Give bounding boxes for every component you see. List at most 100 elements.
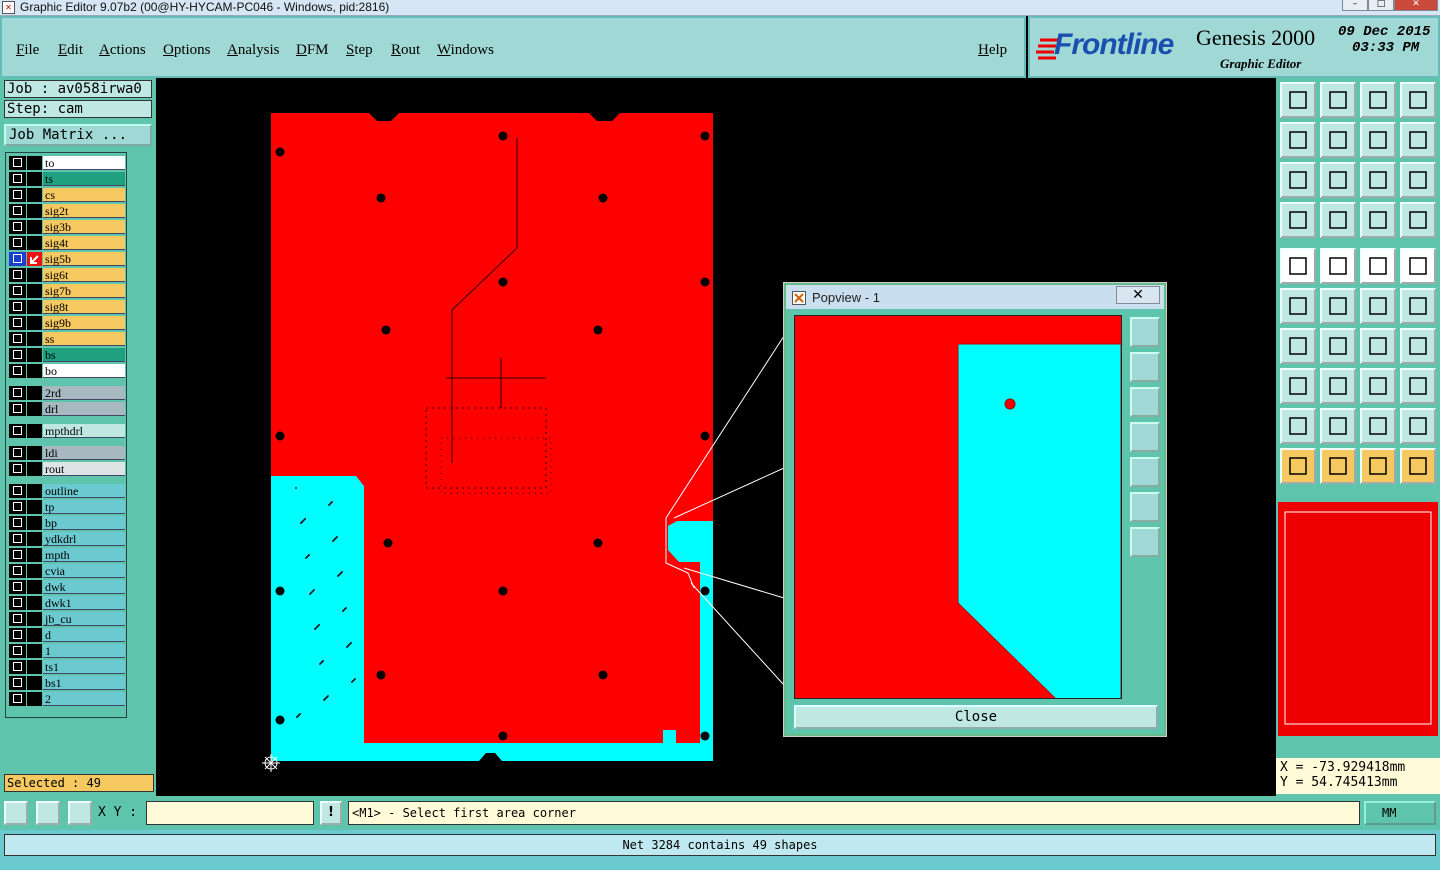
- layer-marker[interactable]: [27, 548, 42, 562]
- layer-name[interactable]: outline: [43, 484, 125, 498]
- layer-marker[interactable]: [27, 156, 42, 170]
- layer-row[interactable]: mpthdrl: [8, 423, 126, 439]
- layer-marker[interactable]: [27, 564, 42, 578]
- layer-name[interactable]: dwk: [43, 580, 125, 594]
- layer-row[interactable]: mpth: [8, 547, 126, 563]
- layer-checkbox[interactable]: [9, 500, 26, 514]
- layer-name[interactable]: sig2t: [43, 204, 125, 218]
- layer-marker[interactable]: [27, 220, 42, 234]
- menu-dfm[interactable]: DFM: [296, 42, 329, 59]
- menu-analysis[interactable]: Analysis: [227, 42, 280, 59]
- select-box-icon[interactable]: [1320, 448, 1356, 484]
- layer-checkbox[interactable]: [9, 268, 26, 282]
- layer-marker[interactable]: [27, 424, 42, 438]
- minimize-button[interactable]: –: [1342, 0, 1368, 11]
- redraw-icon[interactable]: [1400, 122, 1436, 158]
- mirror-icon[interactable]: [1400, 328, 1436, 364]
- layer-row[interactable]: tp: [8, 499, 126, 515]
- layer-marker[interactable]: [27, 188, 42, 202]
- layer-name[interactable]: ts1: [43, 660, 125, 674]
- layer-row[interactable]: drl: [8, 401, 126, 417]
- layer-checkbox[interactable]: [9, 332, 26, 346]
- layer-name[interactable]: ydkdrl: [43, 532, 125, 546]
- layer-row[interactable]: bp: [8, 515, 126, 531]
- layer-name[interactable]: ts: [43, 172, 125, 186]
- layer-row[interactable]: sig4t: [8, 235, 126, 251]
- layer-row[interactable]: cvia: [8, 563, 126, 579]
- menu-windows[interactable]: Windows: [437, 42, 494, 59]
- layer-checkbox[interactable]: [9, 172, 26, 186]
- layer-marker[interactable]: [27, 580, 42, 594]
- layer-row[interactable]: 2: [8, 691, 126, 707]
- select-circle-icon[interactable]: [1360, 448, 1396, 484]
- layer-checkbox[interactable]: [9, 316, 26, 330]
- layer-marker[interactable]: [27, 500, 42, 514]
- layer-row[interactable]: d: [8, 627, 126, 643]
- layer-checkbox[interactable]: [9, 424, 26, 438]
- layer-marker[interactable]: [27, 268, 42, 282]
- fit-to-window-icon[interactable]: [1280, 162, 1316, 198]
- connect-icon[interactable]: [1280, 288, 1316, 324]
- layer-marker[interactable]: [27, 516, 42, 530]
- layer-marker[interactable]: [27, 676, 42, 690]
- xy-input[interactable]: [146, 801, 314, 825]
- mid-icon[interactable]: [1360, 368, 1396, 404]
- layer-checkbox[interactable]: [9, 252, 26, 266]
- layer-name[interactable]: d: [43, 628, 125, 642]
- layer-name[interactable]: ss: [43, 332, 125, 346]
- move-icon[interactable]: [1320, 368, 1356, 404]
- layer-checkbox[interactable]: [9, 284, 26, 298]
- layer-name[interactable]: sig5b: [43, 252, 125, 266]
- popview-pan-up-icon[interactable]: [1130, 352, 1160, 382]
- layer-marker[interactable]: [27, 692, 42, 706]
- layer-row[interactable]: ts: [8, 171, 126, 187]
- layer-checkbox[interactable]: [9, 548, 26, 562]
- layer-marker[interactable]: [27, 300, 42, 314]
- measure-icon[interactable]: [36, 801, 60, 825]
- layer-checkbox[interactable]: [9, 644, 26, 658]
- layer-name[interactable]: mpth: [43, 548, 125, 562]
- layer-name[interactable]: to: [43, 156, 125, 170]
- layer-name[interactable]: jb_cu: [43, 612, 125, 626]
- line-icon[interactable]: [1320, 328, 1356, 364]
- close-window-button[interactable]: ✕: [1394, 0, 1438, 11]
- popview-zoom-in-icon[interactable]: [1130, 492, 1160, 522]
- arc-icon[interactable]: [1360, 328, 1396, 364]
- layer-checkbox[interactable]: [9, 364, 26, 378]
- popview-zoom-out-icon[interactable]: [1130, 527, 1160, 557]
- layer-name[interactable]: bs1: [43, 676, 125, 690]
- layer-checkbox[interactable]: [9, 596, 26, 610]
- edge-icon[interactable]: [1360, 288, 1396, 324]
- help-query-icon[interactable]: [1400, 162, 1436, 198]
- snap-icon[interactable]: [4, 801, 28, 825]
- ratio-1-2-icon[interactable]: [1360, 162, 1396, 198]
- layer-checkbox[interactable]: [9, 516, 26, 530]
- layer-name[interactable]: sig6t: [43, 268, 125, 282]
- layer-checkbox[interactable]: [9, 236, 26, 250]
- layer-marker[interactable]: [27, 660, 42, 674]
- menu-help[interactable]: Help: [978, 42, 1007, 59]
- layer-marker[interactable]: [27, 628, 42, 642]
- layer-row[interactable]: sig2t: [8, 203, 126, 219]
- layer-row[interactable]: ss: [8, 331, 126, 347]
- layer-name[interactable]: 1: [43, 644, 125, 658]
- layer-name[interactable]: bp: [43, 516, 125, 530]
- zoom-home-icon[interactable]: [1280, 82, 1316, 118]
- layer-marker[interactable]: [27, 236, 42, 250]
- popview-pan-right-icon[interactable]: [1130, 457, 1160, 487]
- layer-checkbox[interactable]: [9, 156, 26, 170]
- layer-row[interactable]: sig6t: [8, 267, 126, 283]
- layer-name[interactable]: sig3b: [43, 220, 125, 234]
- layer-name[interactable]: sig9b: [43, 316, 125, 330]
- layer-marker[interactable]: [27, 348, 42, 362]
- cross-icon[interactable]: [1320, 288, 1356, 324]
- pan-right-icon[interactable]: [1320, 122, 1356, 158]
- layer-name[interactable]: sig7b: [43, 284, 125, 298]
- layer-row[interactable]: sig5b: [8, 251, 126, 267]
- layer-checkbox[interactable]: [9, 220, 26, 234]
- layer-row[interactable]: outline: [8, 483, 126, 499]
- layer-checkbox[interactable]: [9, 676, 26, 690]
- menu-actions[interactable]: Actions: [99, 42, 146, 59]
- layer-row[interactable]: sig8t: [8, 299, 126, 315]
- menu-file[interactable]: File: [16, 42, 39, 59]
